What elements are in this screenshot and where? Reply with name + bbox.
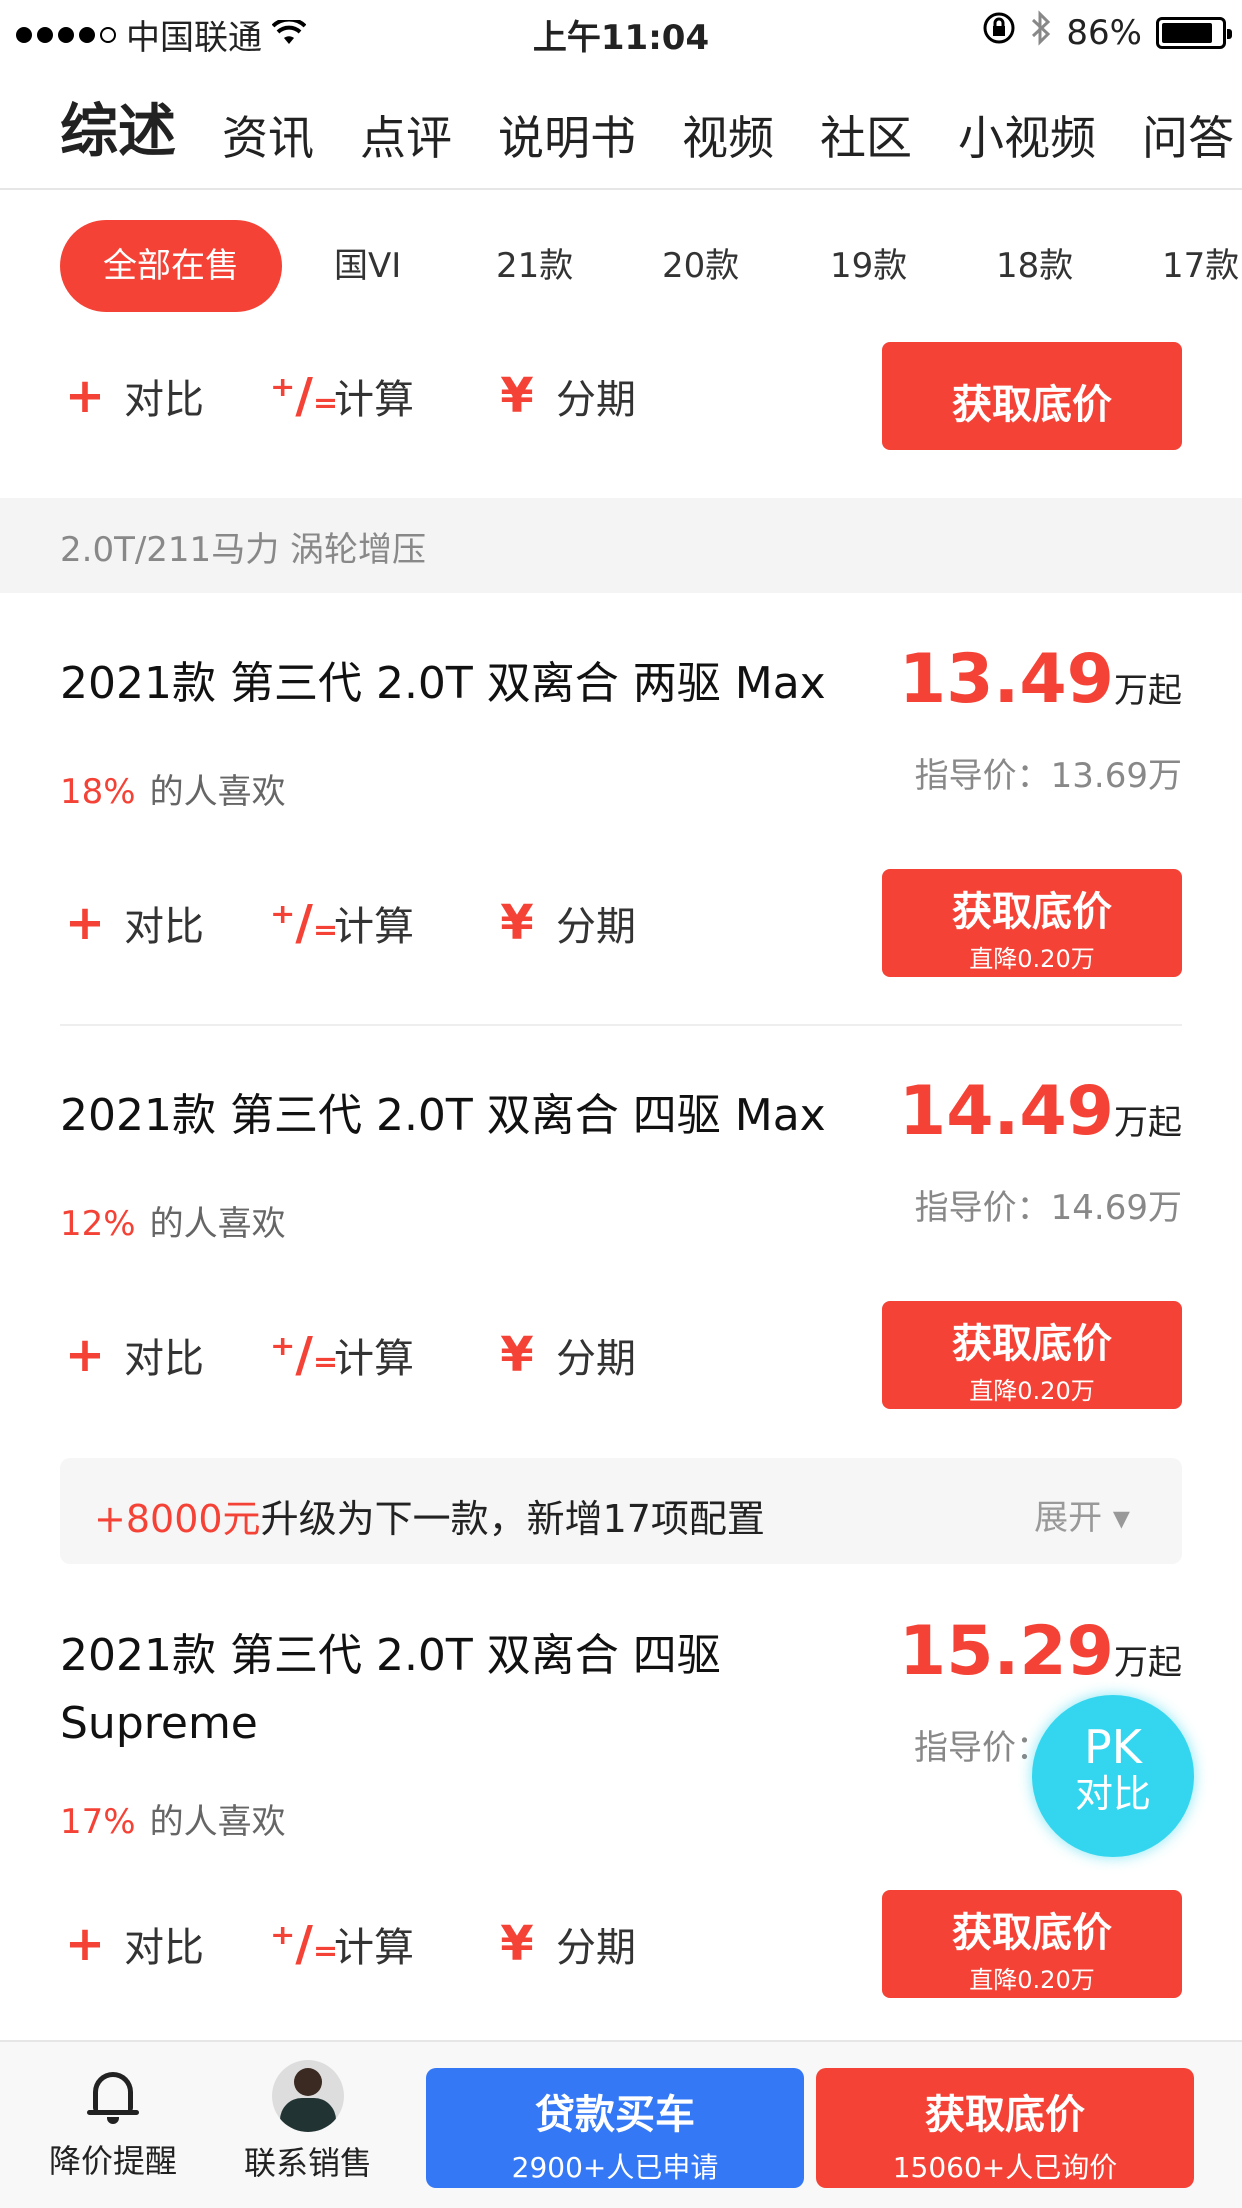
- installment-button[interactable]: ¥ 分期: [492, 342, 636, 450]
- compare-button[interactable]: + 对比: [60, 1890, 204, 1998]
- filter-2021[interactable]: 21款: [496, 220, 573, 312]
- bluetooth-icon: [1030, 10, 1052, 55]
- calculate-button[interactable]: ⁺∕₌ 计算: [270, 869, 414, 977]
- get-lowest-price-button[interactable]: 获取底价 直降0.20万: [882, 869, 1182, 977]
- filter-guo6[interactable]: 国VI: [334, 220, 401, 312]
- tab-overview[interactable]: 综述: [60, 84, 176, 168]
- tab-community[interactable]: 社区: [820, 102, 912, 168]
- yen-icon: ¥: [500, 895, 534, 951]
- filter-2020[interactable]: 20款: [662, 220, 739, 312]
- installment-button[interactable]: ¥ 分期: [492, 869, 636, 977]
- tab-manual[interactable]: 说明书: [498, 102, 636, 168]
- get-lowest-price-button[interactable]: 获取底价: [882, 342, 1182, 450]
- filter-all-on-sale[interactable]: 全部在售: [60, 220, 282, 312]
- guide-price: 指导价：14.69万: [914, 1188, 1182, 1228]
- compare-button[interactable]: + 对比: [60, 1301, 204, 1409]
- tab-qa[interactable]: 问答: [1142, 102, 1234, 168]
- battery-icon: [1156, 16, 1232, 49]
- car-title[interactable]: 2021款 第三代 2.0T 双离合 四驱 Max: [60, 1082, 880, 1150]
- get-lowest-price-button[interactable]: 获取底价 直降0.20万: [882, 1301, 1182, 1409]
- filter-2019[interactable]: 19款: [830, 220, 907, 312]
- battery-percent: 86%: [1066, 12, 1142, 53]
- yen-icon: ¥: [500, 368, 534, 424]
- calculator-icon: ⁺∕₌: [270, 368, 339, 424]
- quote-price-button[interactable]: 获取底价 15060+人已询价: [816, 2068, 1194, 2188]
- pk-compare-float-button[interactable]: PK 对比: [1032, 1695, 1194, 1857]
- compare-button[interactable]: + 对比: [60, 342, 204, 450]
- price-alert-button[interactable]: 降价提醒: [48, 2068, 178, 2182]
- calculator-icon: ⁺∕₌: [270, 1916, 339, 1972]
- yen-icon: ¥: [500, 1327, 534, 1383]
- year-filter-bar: 全部在售 国VI 21款 20款 19款 18款 17款: [0, 220, 1242, 312]
- car-title[interactable]: 2021款 第三代 2.0T 双离合 两驱 Max: [60, 650, 880, 718]
- plus-icon: +: [64, 1916, 106, 1972]
- calculate-button[interactable]: ⁺∕₌ 计算: [270, 1301, 414, 1409]
- contact-sales-button[interactable]: 联系销售: [240, 2060, 376, 2184]
- likes-stat: 12% 的人喜欢: [60, 1204, 286, 1244]
- tab-reviews[interactable]: 点评: [360, 102, 452, 168]
- avatar: [272, 2060, 344, 2132]
- installment-button[interactable]: ¥ 分期: [492, 1301, 636, 1409]
- calculate-button[interactable]: ⁺∕₌ 计算: [270, 1890, 414, 1998]
- plus-icon: +: [64, 368, 106, 424]
- expand-button[interactable]: 展开 ▾: [1034, 1490, 1130, 1539]
- filter-2018[interactable]: 18款: [996, 220, 1073, 312]
- get-lowest-price-button[interactable]: 获取底价 直降0.20万: [882, 1890, 1182, 1998]
- caret-down-icon: ▾: [1112, 1498, 1130, 1538]
- tab-video[interactable]: 视频: [682, 102, 774, 168]
- likes-stat: 18% 的人喜欢: [60, 772, 286, 812]
- plus-icon: +: [64, 895, 106, 951]
- installment-button[interactable]: ¥ 分期: [492, 1890, 636, 1998]
- bell-icon: [87, 2068, 139, 2124]
- likes-stat: 17% 的人喜欢: [60, 1802, 286, 1842]
- yen-icon: ¥: [500, 1916, 534, 1972]
- car-price: 14.49万起: [898, 1072, 1182, 1151]
- guide-price: 指导价：13.69万: [914, 756, 1182, 796]
- car-price: 13.49万起: [898, 640, 1182, 719]
- guide-price: 指导价：: [914, 1728, 1050, 1768]
- calculator-icon: ⁺∕₌: [270, 1327, 339, 1383]
- rotation-lock-icon: [982, 11, 1016, 54]
- loan-purchase-button[interactable]: 贷款买车 2900+人已申请: [426, 2068, 804, 2188]
- action-row: + 对比 ⁺∕₌ 计算 ¥ 分期 获取底价: [60, 342, 1182, 450]
- compare-button[interactable]: + 对比: [60, 869, 204, 977]
- filter-2017[interactable]: 17款: [1162, 220, 1239, 312]
- engine-group-header: 2.0T/211马力 涡轮增压: [0, 498, 1242, 593]
- calculate-button[interactable]: ⁺∕₌ 计算: [270, 342, 414, 450]
- plus-icon: +: [64, 1327, 106, 1383]
- action-row: + 对比 ⁺∕₌ 计算 ¥ 分期 获取底价 直降0.20万: [60, 1301, 1182, 1409]
- status-bar: 中国联通 上午11:04 86%: [0, 0, 1242, 60]
- top-tab-bar: 综述 资讯 点评 说明书 视频 社区 小视频 问答: [0, 70, 1242, 190]
- active-tab-indicator: [94, 188, 142, 190]
- tab-news[interactable]: 资讯: [222, 102, 314, 168]
- action-row: + 对比 ⁺∕₌ 计算 ¥ 分期 获取底价 直降0.20万: [60, 1890, 1182, 1998]
- calculator-icon: ⁺∕₌: [270, 895, 339, 951]
- tab-short-video[interactable]: 小视频: [958, 102, 1096, 168]
- car-price: 15.29万起: [898, 1612, 1182, 1691]
- bottom-action-bar: 降价提醒 联系销售 贷款买车 2900+人已申请 获取底价 15060+人已询价: [0, 2040, 1242, 2208]
- divider: [60, 1024, 1182, 1026]
- upgrade-hint[interactable]: +8000元升级为下一款，新增17项配置 展开 ▾: [60, 1458, 1182, 1564]
- car-title[interactable]: 2021款 第三代 2.0T 双离合 四驱 Supreme: [60, 1622, 820, 1758]
- action-row: + 对比 ⁺∕₌ 计算 ¥ 分期 获取底价 直降0.20万: [60, 869, 1182, 977]
